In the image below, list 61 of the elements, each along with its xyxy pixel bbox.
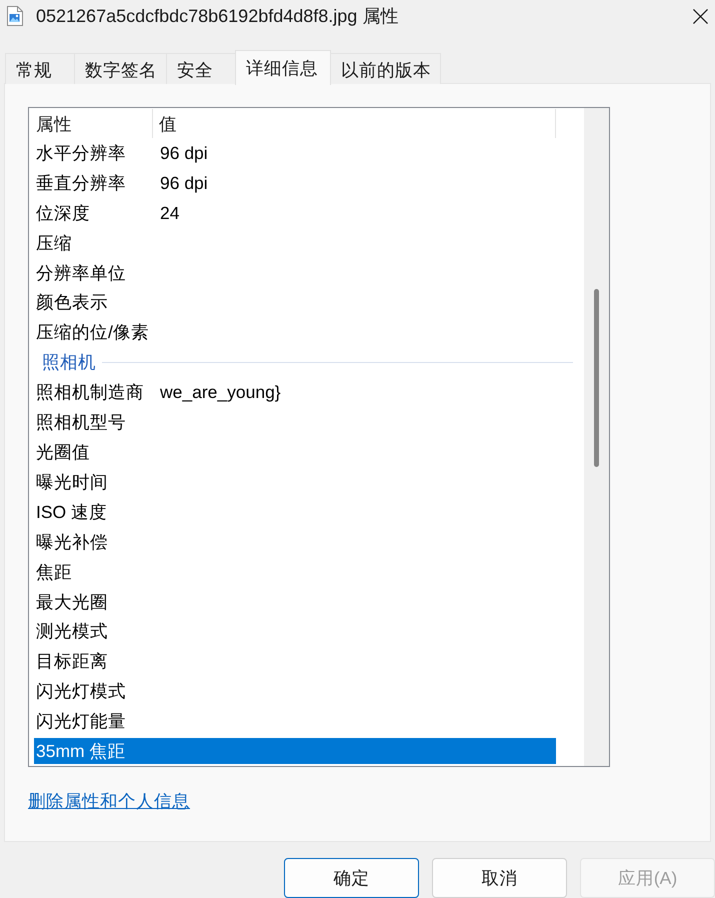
property-name: 颜色表示 [35,291,109,314]
property-row[interactable]: 照相机型号 [34,409,556,436]
property-value: 24 [159,202,180,224]
property-name: 压缩的位/像素 [35,321,150,344]
property-name: 水平分辨率 [35,142,127,164]
tab[interactable]: 安全 [166,53,236,84]
property-row[interactable]: 压缩 [34,230,556,256]
property-value: 96 dpi [159,172,208,194]
tab[interactable]: 数字签名 [74,53,167,84]
tab[interactable]: 常规 [5,53,75,84]
property-name: 测光模式 [35,620,109,642]
property-name: 焦距 [35,560,73,583]
property-name: 照相机制造商 [35,381,145,404]
property-row[interactable]: 测光模式 [34,618,556,644]
image-file-icon [6,6,24,26]
scrollbar-track[interactable] [584,108,609,766]
property-value: 96 dpi [159,142,208,164]
property-name: 光圈值 [35,441,91,464]
tab[interactable]: 详细信息 [235,50,331,85]
property-name: 35mm 焦距 [35,740,126,762]
property-name: 最大光圈 [35,590,109,613]
property-name: ISO 速度 [35,500,108,523]
property-row[interactable]: 颜色表示 [34,290,556,316]
property-name: 照相机型号 [35,411,127,434]
group-row[interactable]: 照相机 [34,349,573,376]
dialog-button[interactable]: 确定 [284,858,419,898]
scrollbar-thumb[interactable] [594,289,599,467]
property-row[interactable]: 水平分辨率 96 dpi [34,140,556,166]
property-row[interactable]: 照相机制造商 we_are_young} [34,379,556,406]
property-row[interactable]: 闪光灯能量 [34,708,556,734]
property-name: 曝光补偿 [35,530,109,553]
property-row[interactable]: 最大光圈 [34,588,556,614]
property-row[interactable]: ISO 速度 [34,498,556,525]
tab[interactable]: 以前的版本 [330,53,441,84]
close-icon[interactable] [693,8,708,24]
property-row[interactable]: 垂直分辨率 96 dpi [34,170,556,196]
property-value: we_are_young} [159,381,281,404]
property-row[interactable]: 位深度 24 [34,200,556,226]
dialog-button[interactable]: 取消 [432,858,567,898]
property-row[interactable]: 35mm 焦距 [34,738,556,764]
property-row[interactable]: 分辨率单位 [34,260,556,286]
property-name: 目标距离 [35,650,109,672]
property-row[interactable]: 闪光灯模式 [34,678,556,704]
property-name: 位深度 [35,202,91,224]
property-name: 分辨率单位 [35,262,127,284]
window-title: 0521267a5cdcfbdc78b6192bfd4d8f8.jpg 属性 [36,5,398,28]
remove-properties-link[interactable]: 删除属性和个人信息 [28,791,190,811]
property-name: 闪光灯模式 [35,680,127,702]
group-header: 照相机 [41,351,96,374]
property-name: 压缩 [35,232,73,254]
property-row[interactable]: 压缩的位/像素 [34,319,556,346]
column-header[interactable]: 属性 [29,109,153,138]
column-header[interactable]: 值 [153,109,556,138]
property-name: 闪光灯能量 [35,710,127,732]
property-row[interactable]: 曝光时间 [34,468,556,495]
property-row[interactable]: 曝光补偿 [34,528,556,555]
property-name: 垂直分辨率 [35,172,127,194]
property-row[interactable]: 目标距离 [34,648,556,674]
property-name: 曝光时间 [35,470,109,493]
property-row[interactable]: 光圈值 [34,439,556,465]
property-row[interactable]: 焦距 [34,558,556,585]
